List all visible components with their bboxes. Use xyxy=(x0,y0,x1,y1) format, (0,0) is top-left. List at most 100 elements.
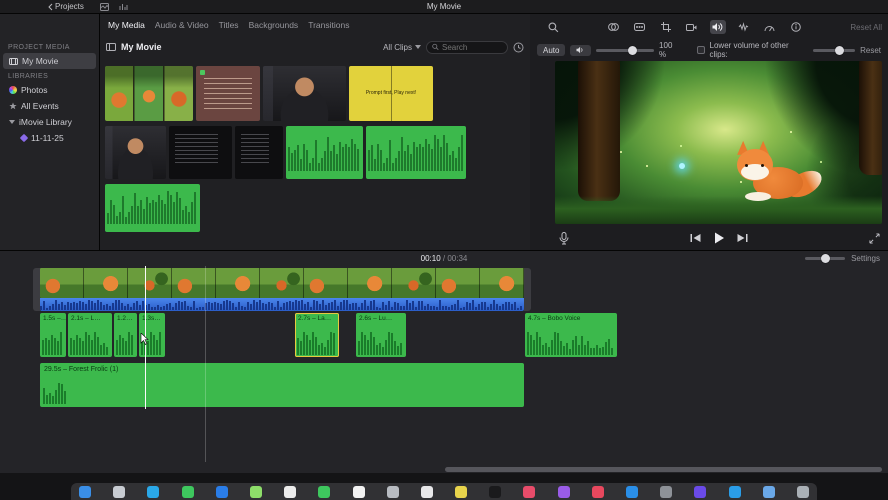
dock-podcasts-icon[interactable] xyxy=(557,485,570,498)
dock-calendar-icon[interactable] xyxy=(352,485,365,498)
media-browser-icon[interactable] xyxy=(99,2,109,11)
browser-title: My Movie xyxy=(121,42,162,52)
thumb-title-clip[interactable]: Prompt first, Play next! xyxy=(349,66,433,121)
search-input[interactable] xyxy=(442,42,502,52)
sidebar-item-my-movie[interactable]: My Movie xyxy=(3,53,96,69)
reset-all-button[interactable]: Reset All xyxy=(850,23,882,32)
dock-launchpad-icon[interactable] xyxy=(113,485,126,498)
audio-clip[interactable]: 2.1s – L… xyxy=(68,313,112,357)
disclosure-triangle-icon[interactable] xyxy=(9,120,15,124)
dock-photos-icon[interactable] xyxy=(284,485,297,498)
zoom-slider-knob[interactable] xyxy=(821,254,831,263)
total-time: 00:34 xyxy=(447,254,468,263)
sidebar-item-imovie-library[interactable]: iMovie Library xyxy=(3,114,96,130)
dock-music-icon[interactable] xyxy=(523,485,536,498)
lower-volume-checkbox[interactable] xyxy=(696,46,705,54)
volume-slider-knob[interactable] xyxy=(628,45,638,55)
video-audio-track[interactable] xyxy=(40,298,524,311)
filmstrip[interactable] xyxy=(40,268,524,298)
info-icon[interactable] xyxy=(788,20,804,34)
thumbnail-row xyxy=(105,126,466,179)
dock-notes-icon[interactable] xyxy=(455,485,468,498)
zoom-icon[interactable] xyxy=(548,22,559,33)
thumb-screen-clip[interactable] xyxy=(169,126,232,179)
waveform xyxy=(358,331,404,355)
lower-volume-knob[interactable] xyxy=(835,45,845,55)
auto-button[interactable]: Auto xyxy=(537,44,566,56)
volume-percent: 100 % xyxy=(659,41,673,59)
current-time: 00:10 xyxy=(420,254,441,263)
sidebar-toggle-icon[interactable] xyxy=(106,43,116,51)
volume-reset-button[interactable]: Reset xyxy=(860,46,881,55)
audio-clip[interactable]: 1.2… xyxy=(114,313,137,357)
dock-news-icon[interactable] xyxy=(591,485,604,498)
stabilization-icon[interactable] xyxy=(684,20,700,34)
dock-imovie-icon[interactable] xyxy=(694,485,707,498)
audio-clip[interactable]: 1.5s –… xyxy=(40,313,66,357)
thumb-audio-clip[interactable] xyxy=(105,184,200,232)
tab-my-media[interactable]: My Media xyxy=(108,20,145,30)
video-track[interactable] xyxy=(40,268,524,311)
horizontal-scrollbar[interactable] xyxy=(445,467,882,472)
color-correction-icon[interactable] xyxy=(632,20,648,34)
thumb-fox-clip[interactable] xyxy=(105,66,193,121)
tab-audio-video[interactable]: Audio & Video xyxy=(155,20,209,30)
speed-icon[interactable] xyxy=(762,20,778,34)
thumb-audio-clip[interactable] xyxy=(286,126,363,179)
settings-button[interactable]: Settings xyxy=(851,254,880,263)
play-button[interactable] xyxy=(713,232,724,244)
volume-slider[interactable] xyxy=(596,45,655,55)
next-button[interactable] xyxy=(736,233,748,243)
dock-contacts-icon[interactable] xyxy=(386,485,399,498)
zoom-slider[interactable] xyxy=(805,254,846,263)
dock-mail-icon[interactable] xyxy=(215,485,228,498)
dock-reminders-icon[interactable] xyxy=(420,485,433,498)
thumb-person-clip[interactable] xyxy=(105,126,166,179)
previous-button[interactable] xyxy=(689,233,701,243)
timeline[interactable]: 00:10 / 00:34 Settings 1.5s –… 2.1s – L… xyxy=(0,250,888,473)
timeline-header: 00:10 / 00:34 Settings xyxy=(0,251,888,266)
dock-facetime-icon[interactable] xyxy=(318,485,331,498)
voiceover-mic-icon[interactable] xyxy=(559,231,569,245)
tab-backgrounds[interactable]: Backgrounds xyxy=(249,20,299,30)
dock-trash-icon[interactable] xyxy=(796,485,809,498)
back-label: Projects xyxy=(55,2,84,11)
back-to-projects-button[interactable]: Projects xyxy=(48,2,84,11)
dock-settings-icon[interactable] xyxy=(660,485,673,498)
color-balance-icon[interactable] xyxy=(606,20,622,34)
dock-tv-icon[interactable] xyxy=(489,485,502,498)
clip-label: 1.3s… xyxy=(142,315,161,322)
dock-keynote-icon[interactable] xyxy=(728,485,741,498)
audio-clip-selected[interactable]: 2.7s – La… xyxy=(295,313,339,357)
lower-volume-slider[interactable] xyxy=(813,45,856,55)
browser-header: My Movie All Clips xyxy=(100,36,530,58)
viewer[interactable] xyxy=(555,61,882,224)
audio-meters-icon[interactable] xyxy=(119,3,128,11)
dock-folder-icon[interactable] xyxy=(762,485,775,498)
search-box[interactable] xyxy=(426,40,508,54)
dock-appstore-icon[interactable] xyxy=(626,485,638,498)
crop-icon[interactable] xyxy=(658,20,674,34)
volume-icon[interactable] xyxy=(709,20,726,34)
tab-titles[interactable]: Titles xyxy=(219,20,239,30)
tab-transitions[interactable]: Transitions xyxy=(308,20,349,30)
dock-safari-icon[interactable] xyxy=(147,485,160,498)
audio-clip[interactable]: 4.7s – Bobo Voice xyxy=(525,313,617,357)
clip-duration-icon[interactable] xyxy=(513,42,524,53)
speaker-button[interactable] xyxy=(570,44,592,56)
background-music-clip[interactable]: 29.5s – Forest Frolic (1) xyxy=(40,363,524,407)
fullscreen-icon[interactable] xyxy=(869,232,880,244)
sidebar-item-all-events[interactable]: All Events xyxy=(3,98,96,114)
thumb-screen-clip[interactable] xyxy=(235,126,283,179)
thumb-text-clip[interactable] xyxy=(196,66,260,121)
sidebar-item-photos[interactable]: Photos xyxy=(3,82,96,98)
dock-maps-icon[interactable] xyxy=(249,485,262,498)
audio-clip[interactable]: 2.6s – Lu… xyxy=(356,313,406,357)
sidebar-item-event[interactable]: 11-11-25 xyxy=(3,130,96,146)
dock-finder-icon[interactable] xyxy=(79,485,91,498)
noise-reduction-icon[interactable] xyxy=(736,20,752,34)
clip-filter-dropdown[interactable]: All Clips xyxy=(383,43,421,52)
thumb-audio-clip[interactable] xyxy=(366,126,466,179)
thumb-person-clip[interactable] xyxy=(263,66,346,121)
dock-messages-icon[interactable] xyxy=(181,485,194,498)
